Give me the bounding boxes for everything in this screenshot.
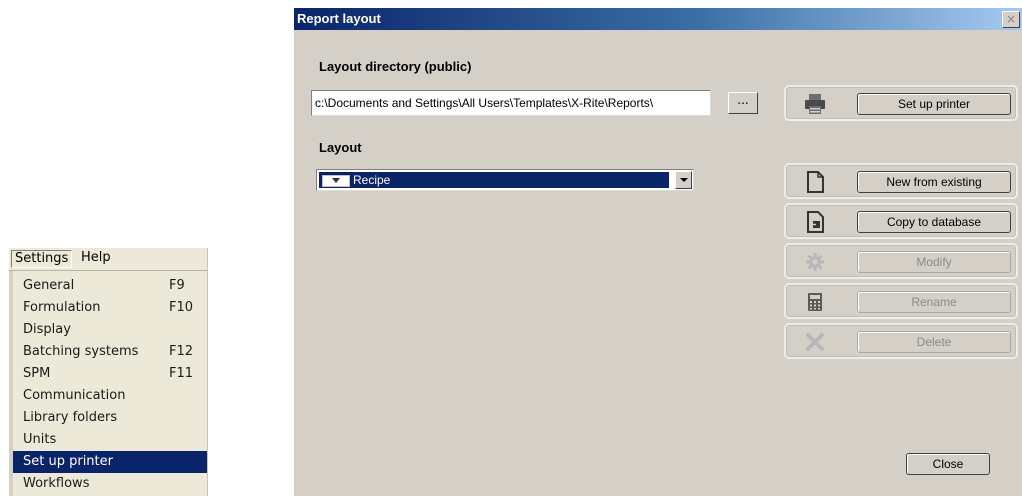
report-icon — [322, 175, 350, 187]
action-panel-rename: Rename — [784, 283, 1018, 319]
menu-item-label: SPM — [23, 366, 51, 381]
menu-item-shortcut: F11 — [169, 366, 194, 381]
menu-item-formulation[interactable]: Formulation F10 — [13, 297, 207, 319]
menu-item-shortcut: F10 — [169, 300, 194, 315]
menu-item-label: Batching systems — [23, 344, 139, 359]
action-panel-modify: Modify — [784, 243, 1018, 279]
close-icon[interactable]: × — [1002, 11, 1020, 28]
chevron-down-icon[interactable] — [675, 171, 692, 189]
layout-directory-label: Layout directory (public) — [319, 59, 472, 74]
menu-item-label: Display — [23, 322, 71, 337]
menu-item-label: Library folders — [23, 410, 118, 425]
menu-item-shortcut: F12 — [169, 344, 194, 359]
new-document-icon — [807, 171, 824, 193]
set-up-printer-button[interactable]: Set up printer — [857, 93, 1011, 115]
action-panel-set-up-printer: Set up printer — [784, 85, 1018, 121]
delete-button[interactable]: Delete — [857, 331, 1011, 353]
menu-bar: Settings Help — [9, 248, 207, 271]
menu-item-label: Formulation — [23, 300, 101, 315]
menu-item-label: Workflows — [23, 476, 90, 491]
report-layout-dialog: Report layout × Layout directory (public… — [294, 8, 1022, 496]
menu-item-display[interactable]: Display — [13, 319, 207, 341]
action-panel-delete: Delete — [784, 323, 1018, 359]
action-panel-copy-to-database: Copy to database — [784, 203, 1018, 239]
menu-settings[interactable]: Settings — [11, 250, 73, 268]
layout-label: Layout — [319, 140, 362, 155]
browse-button[interactable]: ... — [728, 92, 758, 114]
rename-button[interactable]: Rename — [857, 291, 1011, 313]
menu-item-communication[interactable]: Communication — [13, 385, 207, 407]
calculator-icon — [808, 293, 822, 311]
menu-item-set-up-printer[interactable]: Set up printer — [13, 451, 207, 473]
copy-to-database-icon — [807, 211, 824, 233]
new-from-existing-button[interactable]: New from existing — [857, 171, 1011, 193]
layout-selected-text: Recipe — [353, 173, 391, 187]
menu-item-units[interactable]: Units — [13, 429, 207, 451]
dialog-title: Report layout — [297, 11, 381, 26]
close-button[interactable]: Close — [906, 453, 990, 475]
title-bar: Report layout × — [294, 8, 1022, 30]
menu-item-batching-systems[interactable]: Batching systems F12 — [13, 341, 207, 363]
menu-item-label: General — [23, 278, 75, 293]
menu-item-label: Units — [23, 432, 57, 447]
menu-item-label: Communication — [23, 388, 126, 403]
layout-select[interactable]: Recipe — [316, 169, 694, 191]
action-panel-new-from-existing: New from existing — [784, 163, 1018, 199]
copy-to-database-button[interactable]: Copy to database — [857, 211, 1011, 233]
menu-help[interactable]: Help — [78, 250, 114, 266]
menu-item-library-folders[interactable]: Library folders — [13, 407, 207, 429]
menu-item-label: Set up printer — [23, 454, 113, 469]
menu-item-shortcut: F9 — [169, 278, 185, 293]
menu-item-spm[interactable]: SPM F11 — [13, 363, 207, 385]
layout-selected-item: Recipe — [319, 172, 669, 188]
menu-item-general[interactable]: General F9 — [13, 275, 207, 297]
layout-directory-field[interactable]: c:\Documents and Settings\All Users\Temp… — [311, 90, 711, 116]
settings-menu: Settings Help General F9 Formulation F10… — [9, 248, 208, 496]
modify-button[interactable]: Modify — [857, 251, 1011, 273]
settings-dropdown: General F9 Formulation F10 Display Batch… — [13, 275, 207, 495]
gear-icon — [806, 253, 824, 271]
delete-x-icon — [806, 333, 824, 351]
menu-item-workflows[interactable]: Workflows — [13, 473, 207, 495]
printer-icon — [805, 94, 825, 114]
